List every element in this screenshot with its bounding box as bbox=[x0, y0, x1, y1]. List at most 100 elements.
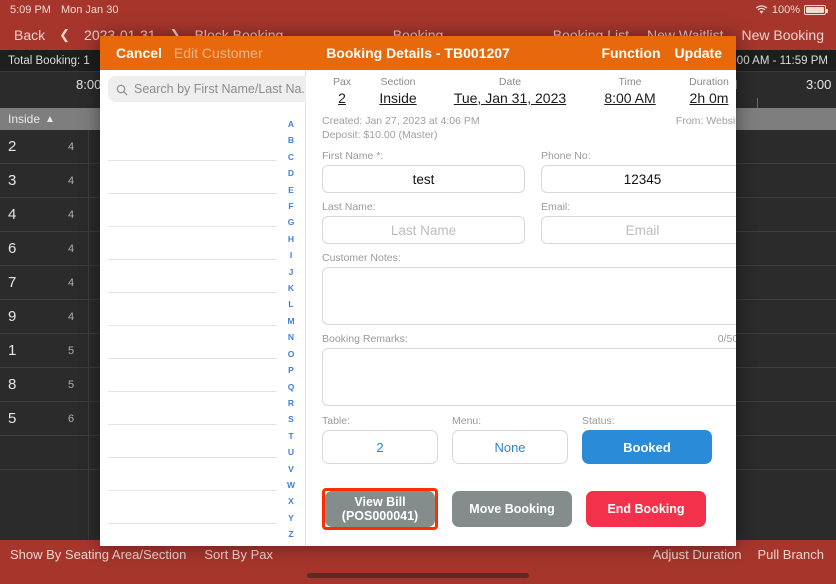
alpha-index-letter[interactable]: T bbox=[288, 428, 293, 444]
alpha-index-letter[interactable]: U bbox=[288, 444, 294, 460]
customer-search-panel: Search by First Name/Last Na... A B C D … bbox=[100, 70, 320, 546]
view-bill-line1: View Bill bbox=[354, 495, 406, 509]
modal-header: Cancel Edit Customer Booking Details - T… bbox=[100, 36, 736, 70]
email-label: Email: bbox=[541, 201, 571, 213]
time-range-label: 12:00 AM - 11:59 PM bbox=[720, 54, 828, 67]
caret-up-icon[interactable]: ▲ bbox=[45, 114, 55, 125]
meta-date-value[interactable]: Tue, Jan 31, 2023 bbox=[434, 90, 586, 106]
alpha-index-letter[interactable]: D bbox=[288, 165, 294, 181]
last-name-field[interactable]: Last Name bbox=[322, 216, 525, 244]
table-number: 1 bbox=[8, 342, 17, 359]
alpha-index-letter[interactable]: B bbox=[288, 132, 294, 148]
sort-by-pax-button[interactable]: Sort By Pax bbox=[204, 547, 273, 562]
alpha-index-letter[interactable]: G bbox=[288, 214, 295, 230]
customer-list[interactable]: A B C D E F G H I J K L M N O P Q R S T … bbox=[100, 108, 305, 546]
alpha-index-letter[interactable]: S bbox=[288, 411, 294, 427]
table-number: 8 bbox=[8, 376, 17, 393]
prev-date-icon[interactable]: ❮ bbox=[59, 27, 70, 43]
alpha-index-letter[interactable]: N bbox=[288, 329, 294, 345]
alpha-index-letter[interactable]: C bbox=[288, 149, 294, 165]
meta-pax[interactable]: Pax 2 bbox=[322, 76, 362, 106]
table-number: 2 bbox=[8, 138, 17, 155]
alpha-index-letter[interactable]: Z bbox=[288, 526, 293, 542]
table-number: 4 bbox=[8, 206, 17, 223]
phone-field[interactable]: 12345 bbox=[541, 165, 736, 193]
alpha-index-letter[interactable]: L bbox=[288, 296, 293, 312]
alpha-index-letter[interactable]: I bbox=[290, 247, 292, 263]
alpha-index-letter[interactable]: H bbox=[288, 231, 294, 247]
view-bill-highlight: View Bill (POS000041) bbox=[322, 488, 438, 530]
end-booking-button[interactable]: End Booking bbox=[586, 491, 706, 527]
pull-branch-button[interactable]: Pull Branch bbox=[758, 547, 824, 562]
view-bill-button[interactable]: View Bill (POS000041) bbox=[325, 491, 435, 527]
booking-remarks-counter: 0/500 bbox=[717, 333, 736, 345]
section-header-label: Inside bbox=[8, 112, 41, 126]
move-booking-button[interactable]: Move Booking bbox=[452, 491, 572, 527]
search-icon bbox=[116, 83, 128, 96]
table-number: 5 bbox=[8, 410, 17, 427]
booking-details-modal: Cancel Edit Customer Booking Details - T… bbox=[100, 36, 736, 546]
alpha-index-letter[interactable]: X bbox=[288, 493, 294, 509]
battery-percent: 100% bbox=[771, 4, 800, 16]
alpha-index-letter[interactable]: P bbox=[288, 362, 294, 378]
modal-body: Search by First Name/Last Na... A B C D … bbox=[100, 70, 736, 546]
alpha-index-letter[interactable]: O bbox=[288, 346, 295, 362]
status-bar-date: Mon Jan 30 bbox=[60, 4, 119, 16]
alpha-index-letter[interactable]: V bbox=[288, 461, 294, 477]
alpha-index-letter[interactable]: R bbox=[288, 395, 294, 411]
booking-meta-row: Pax 2 Section Inside Date Tue, Jan 31, 2… bbox=[322, 70, 736, 106]
alpha-index-letter[interactable]: K bbox=[288, 280, 294, 296]
meta-section-label: Section bbox=[380, 76, 416, 88]
alpha-index-letter[interactable]: Y bbox=[288, 510, 294, 526]
table-pax: 5 bbox=[68, 379, 75, 391]
meta-duration[interactable]: Duration 2h 0m bbox=[674, 76, 736, 106]
alpha-index-letter[interactable]: J bbox=[289, 264, 294, 280]
alpha-index-letter[interactable]: A bbox=[288, 116, 294, 132]
table-number: 6 bbox=[8, 240, 17, 257]
customer-notes-field[interactable] bbox=[322, 267, 736, 325]
meta-pax-value[interactable]: 2 bbox=[322, 90, 362, 106]
meta-section[interactable]: Section Inside bbox=[362, 76, 434, 106]
meta-time-value[interactable]: 8:00 AM bbox=[586, 90, 674, 106]
alpha-index-letter[interactable]: W bbox=[287, 477, 295, 493]
function-button[interactable]: Function bbox=[601, 45, 660, 61]
menu-selector[interactable]: None bbox=[452, 430, 568, 464]
search-input[interactable]: Search by First Name/Last Na... bbox=[108, 76, 320, 102]
source-text: From: Website bbox=[675, 115, 736, 127]
new-booking-button[interactable]: New Booking bbox=[742, 27, 825, 43]
meta-date[interactable]: Date Tue, Jan 31, 2023 bbox=[434, 76, 586, 106]
table-pax: 4 bbox=[68, 243, 75, 255]
first-name-label: First Name *: bbox=[322, 150, 384, 162]
alpha-index-letter[interactable]: M bbox=[287, 313, 294, 329]
meta-duration-value[interactable]: 2h 0m bbox=[674, 90, 736, 106]
booking-remarks-label: Booking Remarks: bbox=[322, 333, 408, 345]
table-pax: 5 bbox=[68, 345, 75, 357]
table-selector[interactable]: 2 bbox=[322, 430, 438, 464]
alphabet-index[interactable]: A B C D E F G H I J K L M N O P Q R S T … bbox=[283, 116, 299, 543]
back-button[interactable]: Back bbox=[14, 27, 45, 43]
table-number: 3 bbox=[8, 172, 17, 189]
deposit-text: Deposit: $10.00 (Master) bbox=[322, 129, 438, 141]
meta-time[interactable]: Time 8:00 AM bbox=[586, 76, 674, 106]
timeline-label-0: 8:00 bbox=[76, 77, 102, 92]
alpha-index-letter[interactable]: F bbox=[288, 198, 293, 214]
status-badge[interactable]: Booked bbox=[582, 430, 712, 464]
alpha-index-letter[interactable]: E bbox=[288, 182, 294, 198]
app-root: 5:09 PM Mon Jan 30 100% Back ❮ 2023-01-3… bbox=[0, 0, 836, 584]
table-pax: 6 bbox=[68, 413, 75, 425]
table-pax: 4 bbox=[68, 277, 75, 289]
table-number: 9 bbox=[8, 308, 17, 325]
wifi-icon bbox=[755, 5, 768, 15]
adjust-duration-button[interactable]: Adjust Duration bbox=[653, 547, 742, 562]
show-by-seating-area-button[interactable]: Show By Seating Area/Section bbox=[10, 547, 186, 562]
timeline-label-2: 3:00 bbox=[806, 77, 832, 92]
table-number: 7 bbox=[8, 274, 17, 291]
alpha-index-letter[interactable]: Q bbox=[288, 379, 295, 395]
table-pax: 4 bbox=[68, 175, 75, 187]
meta-pax-label: Pax bbox=[332, 76, 352, 88]
meta-section-value[interactable]: Inside bbox=[362, 90, 434, 106]
update-button[interactable]: Update bbox=[675, 45, 722, 61]
email-field[interactable]: Email bbox=[541, 216, 736, 244]
first-name-field[interactable]: test bbox=[322, 165, 525, 193]
booking-remarks-field[interactable] bbox=[322, 348, 736, 406]
